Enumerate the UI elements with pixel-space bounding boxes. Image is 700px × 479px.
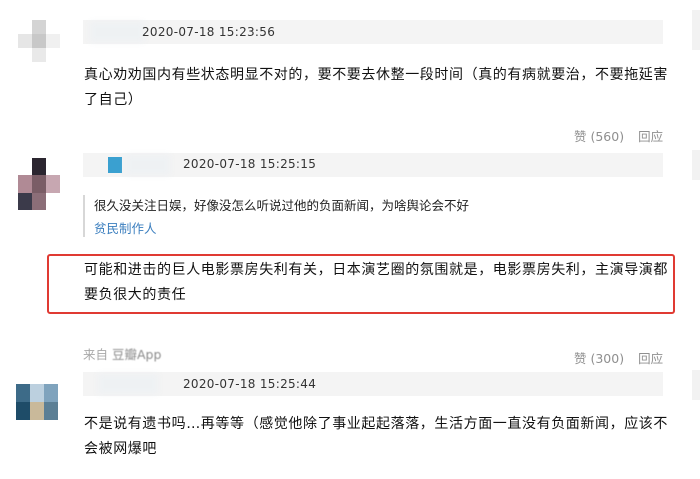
- avatar-pixel: [32, 34, 46, 48]
- comment-text-line: 会被网爆吧: [84, 441, 157, 457]
- quoted-reply: 很久没关注日娱，好像没怎么听说过他的负面新闻，为啥舆论会不好 贫民制作人: [83, 195, 654, 237]
- reply-button[interactable]: 回应: [638, 126, 663, 145]
- comment-text: 真心劝劝国内有些状态明显不对的，要不要去休整一段时间（真的有病就要治，不要拖延害…: [84, 63, 684, 113]
- comment-source: 来自 豆瓣App: [83, 344, 161, 363]
- comment-text: 不是说有遗书吗…再等等（感觉他除了事业起起落落，生活方面一直没有负面新闻，应该不…: [84, 412, 684, 462]
- username[interactable]: [90, 22, 144, 42]
- avatar-pixel: [32, 158, 46, 176]
- comment-actions: 赞 (300) 回应: [574, 348, 663, 367]
- username[interactable]: [126, 155, 170, 175]
- comment-timestamp: 2020-07-18 15:25:44: [183, 377, 317, 391]
- scroll-edge: [692, 370, 700, 400]
- source-prefix: 来自: [83, 347, 109, 362]
- scroll-edge: [692, 10, 700, 50]
- comment-text-line: 真心劝劝国内有些状态明显不对的，要不要去休整一段时间（真的有病就要治，不要拖延害: [84, 67, 668, 83]
- avatar-pixel: [16, 366, 30, 384]
- comment-text: 可能和进击的巨人电影票房失利有关，日本演艺圈的氛围就是，电影票房失利，主演导演都…: [84, 258, 684, 308]
- avatar[interactable]: [16, 366, 58, 420]
- avatar-pixel: [46, 175, 60, 193]
- avatar-pixel: [32, 192, 46, 210]
- user-info-bar: [83, 153, 663, 177]
- avatar-pixel: [44, 366, 58, 384]
- avatar-pixel: [18, 20, 32, 34]
- avatar-pixel: [46, 20, 60, 34]
- quoted-text: 很久没关注日娱，好像没怎么听说过他的负面新闻，为啥舆论会不好: [94, 198, 470, 213]
- comment-text-line: 不是说有遗书吗…再等等（感觉他除了事业起起落落，生活方面一直没有负面新闻，应该不: [84, 416, 668, 432]
- user-badge-icon: [108, 157, 122, 173]
- comment-text-line: 了自己）: [84, 92, 143, 108]
- scroll-edge: [692, 150, 700, 180]
- avatar-pixel: [44, 384, 58, 402]
- username[interactable]: [98, 374, 158, 394]
- comment-text-line: 要负很大的责任: [84, 287, 187, 303]
- comment-timestamp: 2020-07-18 15:23:56: [142, 25, 276, 39]
- like-button[interactable]: 赞 (300): [574, 348, 624, 367]
- comment-text-line: 可能和进击的巨人电影票房失利有关，日本演艺圈的氛围就是，电影票房失利，主演导演都: [84, 262, 668, 278]
- like-button[interactable]: 赞 (560): [574, 126, 624, 145]
- comment-actions: 赞 (560) 回应: [574, 126, 663, 145]
- avatar[interactable]: [18, 20, 60, 62]
- avatar-pixel: [30, 384, 44, 402]
- avatar-pixel: [18, 192, 32, 210]
- avatar-pixel: [46, 34, 60, 48]
- avatar-pixel: [16, 402, 30, 420]
- reply-button[interactable]: 回应: [638, 348, 663, 367]
- avatar-pixel: [18, 48, 32, 62]
- avatar-pixel: [46, 192, 60, 210]
- avatar-pixel: [30, 402, 44, 420]
- avatar[interactable]: [18, 158, 60, 210]
- avatar-pixel: [18, 34, 32, 48]
- avatar-pixel: [32, 20, 46, 34]
- avatar-pixel: [32, 175, 46, 193]
- avatar-pixel: [44, 402, 58, 420]
- avatar-pixel: [18, 158, 32, 176]
- comment-timestamp: 2020-07-18 15:25:15: [183, 157, 317, 171]
- quoted-author-link[interactable]: 贫民制作人: [94, 218, 654, 237]
- avatar-pixel: [46, 158, 60, 176]
- avatar-pixel: [32, 48, 46, 62]
- avatar-pixel: [30, 366, 44, 384]
- source-app-link[interactable]: 豆瓣App: [112, 347, 161, 362]
- avatar-pixel: [16, 384, 30, 402]
- avatar-pixel: [18, 175, 32, 193]
- user-info-bar: [83, 372, 663, 396]
- avatar-pixel: [46, 48, 60, 62]
